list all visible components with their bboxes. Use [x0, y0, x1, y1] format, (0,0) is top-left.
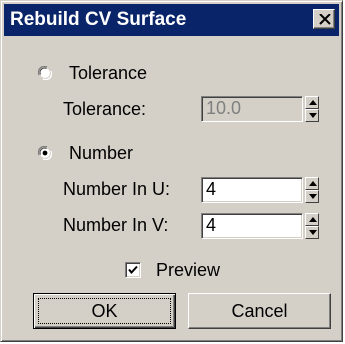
ok-button-label: OK — [91, 301, 118, 321]
tolerance-spin-down[interactable] — [305, 109, 319, 122]
arrow-down-icon — [309, 230, 317, 235]
window-title: Rebuild CV Surface — [10, 9, 187, 30]
preview-label[interactable]: Preview — [156, 259, 220, 281]
tolerance-radio[interactable] — [38, 66, 52, 80]
cancel-button-label: Cancel — [231, 301, 288, 321]
tolerance-spinner[interactable] — [305, 96, 319, 122]
number-in-v-spin-up[interactable] — [305, 213, 319, 226]
arrow-down-icon — [309, 113, 317, 118]
close-button[interactable] — [313, 9, 335, 29]
close-icon — [319, 14, 331, 25]
title-bar[interactable]: Rebuild CV Surface — [4, 4, 339, 36]
number-in-u-spinner[interactable] — [305, 177, 319, 203]
arrow-down-icon — [309, 194, 317, 199]
tolerance-input[interactable]: 10.0 — [201, 96, 303, 122]
checkmark-icon — [128, 265, 138, 275]
number-in-v-spinner[interactable] — [305, 213, 319, 239]
arrow-up-icon — [309, 100, 317, 105]
number-in-v-label: Number In V: — [63, 215, 169, 235]
number-in-u-input[interactable]: 4 — [201, 177, 303, 203]
number-in-u-label: Number In U: — [63, 179, 171, 199]
number-in-v-spin-down[interactable] — [305, 226, 319, 239]
tolerance-field-label: Tolerance: — [63, 99, 147, 119]
tolerance-radio-label[interactable]: Tolerance — [69, 62, 147, 84]
radio-selected-dot — [42, 150, 48, 156]
ok-button[interactable]: OK — [33, 293, 176, 329]
preview-checkbox[interactable] — [125, 262, 141, 278]
number-radio[interactable] — [38, 146, 52, 160]
number-in-u-spin-down[interactable] — [305, 190, 319, 203]
arrow-up-icon — [309, 181, 317, 186]
rebuild-cv-surface-dialog: Rebuild CV Surface Tolerance Tolerance: … — [0, 0, 343, 342]
cancel-button[interactable]: Cancel — [188, 293, 331, 329]
number-radio-label[interactable]: Number — [69, 142, 133, 164]
number-in-u-spin-up[interactable] — [305, 177, 319, 190]
number-in-v-input[interactable]: 4 — [201, 213, 303, 239]
tolerance-spin-up[interactable] — [305, 96, 319, 109]
arrow-up-icon — [309, 217, 317, 222]
